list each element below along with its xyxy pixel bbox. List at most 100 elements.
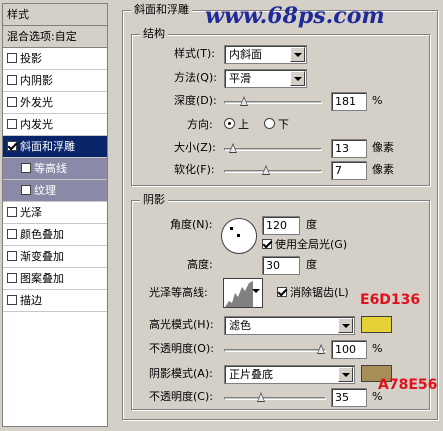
shadow-opacity-slider[interactable] bbox=[224, 392, 326, 404]
soften-slider-thumb[interactable] bbox=[262, 165, 271, 176]
highlight-opacity-slider[interactable] bbox=[224, 344, 326, 356]
size-input[interactable]: 13 bbox=[331, 139, 367, 158]
shadow-mode-label: 阴影模式(A): bbox=[149, 367, 213, 380]
shadow-mode-select[interactable]: 正片叠底 bbox=[224, 365, 355, 384]
soften-input[interactable]: 7 bbox=[331, 161, 367, 180]
checkbox-icon[interactable] bbox=[21, 185, 31, 195]
size-slider[interactable] bbox=[224, 143, 322, 155]
structure-title: 结构 bbox=[140, 27, 168, 41]
gloss-contour-label: 光泽等高线: bbox=[149, 286, 208, 299]
direction-up-label: 上 bbox=[238, 118, 249, 131]
sidebar-item-5[interactable]: 等高线 bbox=[3, 158, 107, 180]
shadow-opacity-thumb[interactable] bbox=[257, 392, 266, 403]
sidebar-item-label: 内发光 bbox=[20, 118, 53, 131]
sidebar-item-label: 光泽 bbox=[20, 206, 42, 219]
sidebar-item-4[interactable]: 斜面和浮雕 bbox=[3, 136, 107, 158]
angle-label: 角度(N): bbox=[170, 218, 213, 231]
soften-slider[interactable] bbox=[224, 165, 322, 177]
style-select[interactable]: 内斜面 bbox=[224, 45, 307, 64]
sidebar-item-label: 颜色叠加 bbox=[20, 228, 64, 241]
highlight-color-code: E6D136 bbox=[360, 292, 421, 308]
checkbox-icon[interactable] bbox=[7, 53, 17, 63]
sidebar-item-label: 图案叠加 bbox=[20, 272, 64, 285]
angle-dial-handle bbox=[230, 227, 233, 230]
bevel-emboss-title: 斜面和浮雕 bbox=[131, 3, 192, 17]
checkbox-icon[interactable] bbox=[7, 251, 17, 261]
radio-selected-icon bbox=[224, 118, 235, 129]
altitude-unit: 度 bbox=[306, 258, 317, 271]
sidebar-item-2[interactable]: 外发光 bbox=[3, 92, 107, 114]
direction-down-radio[interactable]: 下 bbox=[264, 116, 289, 134]
sidebar-item-0[interactable]: 投影 bbox=[3, 48, 107, 70]
sidebar-item-label: 投影 bbox=[20, 52, 42, 65]
global-light-checkbox[interactable]: 使用全局光(G) bbox=[262, 236, 347, 254]
checkbox-icon[interactable] bbox=[7, 207, 17, 217]
sidebar-item-7[interactable]: 光泽 bbox=[3, 202, 107, 224]
sidebar-item-label: 描边 bbox=[20, 294, 42, 307]
chevron-down-icon bbox=[290, 71, 305, 86]
size-unit: 像素 bbox=[372, 141, 394, 154]
sidebar-item-8[interactable]: 颜色叠加 bbox=[3, 224, 107, 246]
angle-input[interactable]: 120 bbox=[262, 216, 300, 235]
highlight-opacity-unit: % bbox=[372, 342, 383, 355]
sidebar-item-label: 等高线 bbox=[34, 162, 67, 175]
chevron-down-icon bbox=[338, 367, 353, 382]
angle-unit: 度 bbox=[306, 218, 317, 231]
contour-curve-icon bbox=[225, 281, 253, 307]
shadow-opacity-label: 不透明度(C): bbox=[149, 390, 213, 403]
blending-options-item[interactable]: 混合选项:自定 bbox=[3, 26, 107, 48]
antialias-checkbox[interactable]: 消除锯齿(L) bbox=[277, 284, 349, 302]
highlight-opacity-thumb[interactable] bbox=[317, 344, 326, 355]
gloss-contour-picker[interactable] bbox=[223, 278, 263, 308]
checkbox-icon[interactable] bbox=[7, 229, 17, 239]
chevron-down-icon bbox=[252, 289, 260, 293]
sidebar-item-3[interactable]: 内发光 bbox=[3, 114, 107, 136]
soften-unit: 像素 bbox=[372, 163, 394, 176]
sidebar-item-9[interactable]: 渐变叠加 bbox=[3, 246, 107, 268]
checkbox-icon[interactable] bbox=[7, 97, 17, 107]
checkbox-icon[interactable] bbox=[7, 273, 17, 283]
highlight-opacity-label: 不透明度(O): bbox=[149, 342, 214, 355]
depth-label: 深度(D): bbox=[174, 94, 217, 107]
checkbox-checked-icon[interactable] bbox=[7, 141, 17, 151]
style-label: 样式(T): bbox=[174, 47, 216, 60]
checkbox-checked-icon bbox=[262, 239, 272, 249]
altitude-input[interactable]: 30 bbox=[262, 256, 300, 275]
angle-dial[interactable] bbox=[221, 218, 257, 254]
highlight-mode-select[interactable]: 滤色 bbox=[224, 316, 355, 335]
highlight-opacity-input[interactable]: 100 bbox=[331, 340, 367, 359]
shadow-color-code: A78E56 bbox=[378, 377, 438, 393]
technique-select[interactable]: 平滑 bbox=[224, 69, 307, 88]
sidebar-item-1[interactable]: 内阴影 bbox=[3, 70, 107, 92]
sidebar-item-10[interactable]: 图案叠加 bbox=[3, 268, 107, 290]
checkbox-icon[interactable] bbox=[7, 75, 17, 85]
checkbox-icon[interactable] bbox=[7, 295, 17, 305]
checkbox-icon[interactable] bbox=[7, 119, 17, 129]
checkbox-icon[interactable] bbox=[21, 163, 31, 173]
size-slider-thumb[interactable] bbox=[229, 143, 238, 154]
sidebar-item-label: 斜面和浮雕 bbox=[20, 140, 75, 153]
styles-sidebar: 样式 混合选项:自定 投影 内阴影 外发光 内发光 斜面和浮雕 等高线 纹理 光泽 颜色叠加 渐变… bbox=[2, 3, 108, 427]
technique-label: 方法(Q): bbox=[174, 71, 217, 84]
global-light-label: 使用全局光(G) bbox=[275, 238, 348, 251]
chevron-down-icon bbox=[338, 318, 353, 333]
sidebar-item-label: 纹理 bbox=[34, 184, 56, 197]
sidebar-item-6[interactable]: 纹理 bbox=[3, 180, 107, 202]
shading-title: 阴影 bbox=[140, 193, 168, 207]
altitude-label: 高度: bbox=[187, 258, 213, 271]
direction-down-label: 下 bbox=[278, 118, 289, 131]
sidebar-item-11[interactable]: 描边 bbox=[3, 290, 107, 312]
depth-slider-thumb[interactable] bbox=[240, 96, 249, 107]
sidebar-item-label: 渐变叠加 bbox=[20, 250, 64, 263]
highlight-mode-label: 高光模式(H): bbox=[149, 318, 214, 331]
antialias-label: 消除锯齿(L) bbox=[290, 286, 349, 299]
depth-unit: % bbox=[372, 94, 383, 107]
shadow-opacity-unit: % bbox=[372, 390, 383, 403]
depth-slider[interactable] bbox=[224, 96, 322, 108]
shadow-mode-value: 正片叠底 bbox=[229, 368, 273, 381]
shadow-opacity-input[interactable]: 35 bbox=[331, 388, 367, 407]
highlight-color-swatch[interactable] bbox=[361, 316, 392, 333]
depth-input[interactable]: 181 bbox=[331, 92, 367, 111]
highlight-mode-value: 滤色 bbox=[229, 319, 251, 332]
direction-up-radio[interactable]: 上 bbox=[224, 116, 249, 134]
